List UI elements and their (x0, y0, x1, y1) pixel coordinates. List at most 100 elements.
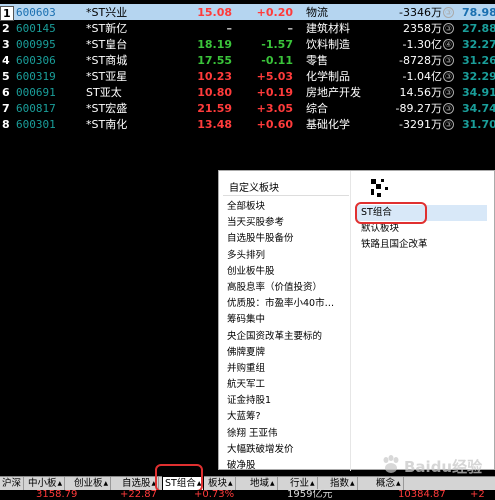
table-row[interactable]: 5 600319 *ST亚星 10.23 +5.03 化学制品 -1.04亿 ③ 32.29 (0, 68, 495, 84)
stock-code: 600145 (16, 22, 56, 35)
index-change: +22.87 (120, 489, 158, 500)
row-index: 3 (2, 38, 10, 51)
table-row[interactable]: 2 600145 *ST新亿 – – 建筑材料 2358万 ③ 27.88 (0, 20, 495, 36)
tab-label: 行业 (290, 478, 310, 489)
stock-code: 600319 (16, 70, 56, 83)
menu-item[interactable]: 徐翔 王亚伟 (227, 426, 334, 442)
sheet-tab[interactable]: 地域▲ (248, 477, 278, 490)
row-index: 2 (2, 22, 10, 35)
index2-value: 10384.87 (398, 489, 446, 500)
menu-list: 全部板块 当天买股参考 自选股牛股备份 多头排列 创业板牛股 高股息率（价值投资） 优质股：… (227, 199, 334, 490)
index-volume: 1959亿元 (287, 489, 333, 500)
table-row[interactable]: 1 600603 *ST兴业 15.08 +0.20 物流 -3346万 ③ 78.98 (0, 4, 495, 21)
big-order-value: 14.56万 (399, 86, 443, 99)
menu-item[interactable]: 当天买股参考 (227, 215, 334, 231)
tab-dropdown-icon[interactable]: ▲ (228, 480, 233, 487)
stock-change: -1.57 (261, 38, 293, 51)
table-row[interactable]: 8 600301 *ST南化 13.48 +0.60 基础化学 -3291万 ③ 31.70 (0, 116, 495, 132)
menu-item[interactable]: 高股息率（价值投资） (227, 280, 334, 296)
index-status-row: 3158.79 +22.87 +0.73% 1959亿元 10384.87 +2 (0, 490, 495, 500)
menu-item[interactable]: 佛牌夏牌 (227, 345, 334, 361)
stock-change: +3.05 (256, 102, 293, 115)
menu-item[interactable]: 破净股 (227, 458, 334, 474)
tab-label: 板块 (208, 478, 228, 489)
stock-pe: 27.88 (462, 22, 495, 35)
tab-dropdown-icon[interactable]: ▲ (58, 480, 63, 487)
menu-item[interactable]: 航天军工 (227, 377, 334, 393)
menu-divider (350, 171, 351, 471)
table-row[interactable]: 4 600306 *ST商城 17.55 -0.11 零售 -8728万 ③ 31.26 (0, 52, 495, 68)
stock-table: 1 600603 *ST兴业 15.08 +0.20 物流 -3346万 ③ 78.98 2 600… (0, 4, 495, 132)
row-index: 8 (2, 118, 10, 131)
stock-name: *ST兴业 (86, 6, 128, 19)
stock-name: ST亚太 (86, 86, 122, 99)
stock-price: 13.48 (197, 118, 232, 131)
menu-item[interactable]: 优质股：市盈率小40市… (227, 296, 334, 312)
tab-dropdown-icon[interactable]: ▲ (104, 480, 109, 487)
sheet-tab[interactable]: 沪深 (0, 477, 25, 490)
stock-pe: 31.26 (462, 54, 495, 67)
stock-code: 600603 (16, 6, 56, 19)
paw-logo (383, 455, 399, 473)
menu-item[interactable]: 大蓝筹? (227, 409, 334, 425)
stock-code: 000995 (16, 38, 56, 51)
stock-big-order: -89.27万 ③ (378, 102, 454, 115)
stock-price: 17.55 (197, 54, 232, 67)
tab-dropdown-icon[interactable]: ▲ (350, 480, 355, 487)
menu-item[interactable]: 并购重组 (227, 361, 334, 377)
index-value: 3158.79 (36, 489, 78, 500)
stock-industry: 化学制品 (306, 70, 350, 83)
table-row[interactable]: 6 000691 ST亚太 10.80 +0.19 房地产开发 14.56万 ③ 34.91 (0, 84, 495, 100)
stock-big-order: -8728万 ③ (378, 54, 454, 67)
menu-item[interactable]: 多头排列 (227, 248, 334, 264)
watermark-text: Baidu经验 (404, 458, 483, 476)
stock-pe: 78.98 (462, 6, 495, 19)
menu-item[interactable]: 全部板块 (227, 199, 334, 215)
stock-code: 600301 (16, 118, 56, 131)
big-order-value: -3346万 (399, 6, 442, 19)
menu-item[interactable]: 自选股牛股备份 (227, 231, 334, 247)
submenu-item[interactable]: 铁路且国企改革 (357, 237, 487, 253)
stock-pe: 34.91 (462, 86, 495, 99)
stock-industry: 建筑材料 (306, 22, 350, 35)
tab-label: 地域 (250, 478, 270, 489)
big-order-value: 2358万 (403, 22, 442, 35)
tab-dropdown-icon[interactable]: ▲ (310, 480, 315, 487)
tab-label: 创业板 (74, 478, 103, 489)
sheet-tab[interactable]: 指数▲ (328, 477, 358, 490)
menu-item[interactable]: 证金持股1 (227, 393, 334, 409)
baidu-watermark: Baidu经验 (380, 452, 490, 478)
menu-item[interactable]: 央企国资改革主要标的 (227, 329, 334, 345)
stock-industry: 物流 (306, 6, 328, 19)
menu-item[interactable]: 筹码集中 (227, 312, 334, 328)
stock-name: *ST宏盛 (86, 102, 128, 115)
stock-code: 600817 (16, 102, 56, 115)
table-row[interactable]: 7 600817 *ST宏盛 21.59 +3.05 综合 -89.27万 ③ 34.74 (0, 100, 495, 116)
stock-big-order: -1.30亿 ④ (378, 38, 454, 51)
sheet-tab-bar: 沪深 中小板▲ 创业板▲ 自选股▲ ST组合▲ 板块▲ 地域▲ 行业▲ 指数▲ 概念▲ (0, 476, 495, 491)
cursor-icon (371, 179, 388, 197)
tab-dropdown-icon[interactable]: ▲ (270, 480, 275, 487)
rating-badge: ③ (443, 71, 454, 82)
tab-label: 概念 (376, 478, 396, 489)
stock-change: +5.03 (256, 70, 293, 83)
tab-label: 自选股 (122, 478, 151, 489)
rating-badge: ③ (443, 23, 454, 34)
stock-price: 10.23 (197, 70, 232, 83)
row-index: 1 (0, 6, 14, 21)
stock-industry: 饮料制造 (306, 38, 350, 51)
sheet-tab[interactable]: 创业板▲ (72, 477, 112, 490)
stock-industry: 基础化学 (306, 118, 350, 131)
stock-industry: 综合 (306, 102, 328, 115)
stock-name: *ST新亿 (86, 22, 128, 35)
stock-change: +0.60 (256, 118, 293, 131)
menu-header[interactable]: 自定义板块 (229, 179, 279, 194)
submenu-highlight (355, 202, 427, 224)
menu-item[interactable]: 创业板牛股 (227, 264, 334, 280)
stock-name: *ST亚星 (86, 70, 128, 83)
menu-item[interactable]: 大幅跌破增发价 (227, 442, 334, 458)
stock-name: *ST皇台 (86, 38, 128, 51)
tab-dropdown-icon[interactable]: ▲ (396, 480, 401, 487)
row-index: 7 (2, 102, 10, 115)
table-row[interactable]: 3 000995 *ST皇台 18.19 -1.57 饮料制造 -1.30亿 ④ 32.27 (0, 36, 495, 52)
